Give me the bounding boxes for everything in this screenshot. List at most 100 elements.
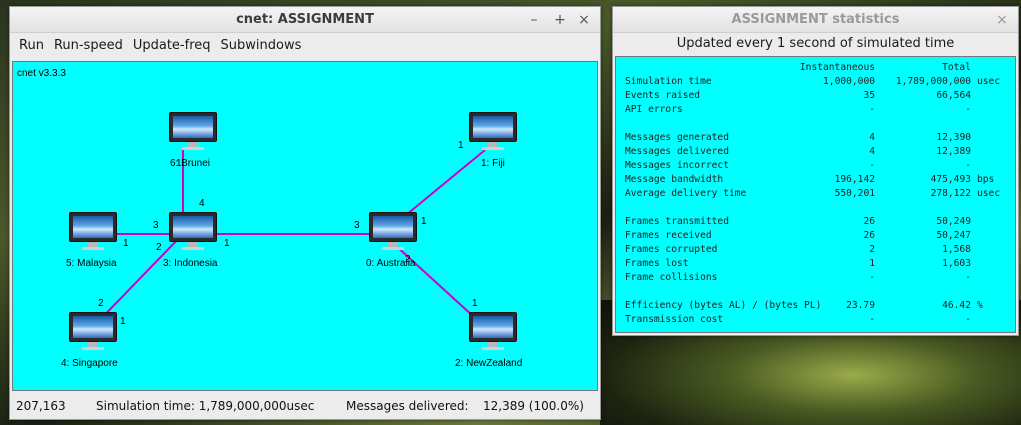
stats-row: API errors - - [616, 103, 1015, 117]
maximize-icon[interactable]: + [550, 7, 570, 33]
stats-instantaneous: 1 [869, 258, 875, 269]
stats-titlebar[interactable]: ASSIGNMENT statistics × [613, 7, 1018, 33]
computer-icon [69, 312, 117, 342]
stats-label: Messages incorrect [625, 160, 729, 171]
stats-total: - [965, 314, 971, 325]
computer-icon [469, 112, 517, 142]
network-canvas[interactable]: cnet v3.3.3 6: Brunei 1: Fiji 5: Malaysi… [12, 61, 598, 391]
node-label-singapore: 4: Singapore [61, 358, 118, 369]
stats-window-title: ASSIGNMENT statistics [731, 12, 900, 27]
stats-instantaneous: 35 [863, 90, 875, 101]
stats-row: Frames lost 1 1,603 [616, 257, 1015, 271]
close-icon[interactable]: × [574, 7, 594, 33]
stats-column-headers: Instantaneous Total [616, 61, 1015, 75]
port-number: 2 [405, 254, 411, 265]
stats-instantaneous: 2 [869, 244, 875, 255]
port-number: 1 [224, 238, 230, 249]
node-malaysia[interactable] [69, 212, 117, 252]
stats-label: Average delivery time [625, 188, 747, 199]
stats-label: Messages generated [625, 132, 729, 143]
menubar: Run Run-speed Update-freq Subwindows [10, 33, 600, 59]
stats-instantaneous: 26 [863, 216, 875, 227]
node-label-newzealand: 2: NewZealand [455, 358, 523, 369]
stats-instantaneous: - [869, 314, 875, 325]
col-instantaneous: Instantaneous [799, 62, 875, 73]
port-number: 1 [458, 140, 464, 151]
computer-icon [469, 312, 517, 342]
stats-row: Simulation time 1,000,000 1,789,000,000 use… [616, 75, 1015, 89]
node-indonesia[interactable] [169, 212, 217, 252]
node-brunei[interactable] [169, 112, 217, 152]
stats-instantaneous: 26 [863, 230, 875, 241]
menu-run[interactable]: Run [14, 33, 49, 59]
minimize-icon[interactable]: – [524, 7, 544, 33]
port-number: 1 [421, 216, 427, 227]
node-australia[interactable] [369, 212, 417, 252]
messages-delivered-label: Messages delivered: [346, 399, 469, 413]
stats-instantaneous: 1,000,000 [823, 76, 875, 87]
stats-instantaneous: 196,142 [834, 174, 875, 185]
node-singapore[interactable] [69, 312, 117, 352]
event-count: 207,163 [16, 399, 66, 413]
stats-row: Frames corrupted 2 1,568 [616, 243, 1015, 257]
menu-update-freq[interactable]: Update-freq [128, 33, 216, 59]
stats-update-header: Updated every 1 second of simulated time [613, 33, 1018, 55]
stats-unit: usec [977, 188, 1001, 199]
stats-total: 50,249 [936, 216, 971, 227]
stats-instantaneous: 4 [869, 132, 875, 143]
port-number: 2 [98, 298, 104, 309]
stats-label: Message bandwidth [625, 174, 724, 185]
stats-label: Frames corrupted [625, 244, 718, 255]
stats-row: Events raised 35 66,564 [616, 89, 1015, 103]
stats-total: 12,390 [936, 132, 971, 143]
port-number: 3 [354, 220, 360, 231]
stats-total: 12,389 [936, 146, 971, 157]
statistics-window: ASSIGNMENT statistics × Updated every 1 … [612, 6, 1019, 336]
stats-row: Messages incorrect - - [616, 159, 1015, 173]
stats-instantaneous: 23.79 [846, 300, 875, 311]
statusbar: 207,163 Simulation time: 1,789,000,000us… [10, 393, 600, 419]
stats-total: 50,247 [936, 230, 971, 241]
stats-label: Events raised [625, 90, 701, 101]
port-number: 3 [153, 220, 159, 231]
computer-icon [69, 212, 117, 242]
stats-label: Frames transmitted [625, 216, 729, 227]
node-fiji[interactable] [469, 112, 517, 152]
stats-label: Frames lost [625, 258, 689, 269]
cnet-window: cnet: ASSIGNMENT – + × Run Run-speed Upd… [9, 6, 601, 420]
stats-total: - [965, 272, 971, 283]
computer-icon [369, 212, 417, 242]
stats-instantaneous: - [869, 160, 875, 171]
stats-total: - [965, 104, 971, 115]
port-number: 1 [472, 298, 478, 309]
stats-row: Messages generated 4 12,390 [616, 131, 1015, 145]
stats-total: 475,493 [930, 174, 971, 185]
messages-delivered-value: 12,389 (100.0%) [483, 399, 584, 413]
node-newzealand[interactable] [469, 312, 517, 352]
menu-run-speed[interactable]: Run-speed [49, 33, 128, 59]
stats-label: API errors [625, 104, 683, 115]
stats-unit: usec [977, 76, 1001, 87]
stats-total: 46.42 [942, 300, 971, 311]
stats-instantaneous: 550,201 [834, 188, 875, 199]
port-number: 1 [120, 316, 126, 327]
stats-row: Frames transmitted 26 50,249 [616, 215, 1015, 229]
computer-icon [169, 112, 217, 142]
port-number: 1 [176, 158, 182, 169]
stats-instantaneous: 4 [869, 146, 875, 157]
stats-total: 1,603 [942, 258, 971, 269]
stats-total: 1,789,000,000 [895, 76, 971, 87]
node-label-malaysia: 5: Malaysia [66, 258, 117, 269]
port-number: 1 [123, 238, 129, 249]
stats-unit: bps [977, 174, 995, 185]
stats-instantaneous: - [869, 272, 875, 283]
port-number: 4 [199, 198, 205, 209]
simulation-time: Simulation time: 1,789,000,000usec [96, 399, 315, 413]
close-icon[interactable]: × [992, 7, 1012, 33]
stats-row: Frame collisions - - [616, 271, 1015, 285]
menu-subwindows[interactable]: Subwindows [216, 33, 307, 59]
stats-label: Simulation time [625, 76, 712, 87]
stats-row: Message bandwidth 196,142 475,493 bps [616, 173, 1015, 187]
cnet-titlebar[interactable]: cnet: ASSIGNMENT – + × [10, 7, 600, 33]
stats-row: Frames received 26 50,247 [616, 229, 1015, 243]
